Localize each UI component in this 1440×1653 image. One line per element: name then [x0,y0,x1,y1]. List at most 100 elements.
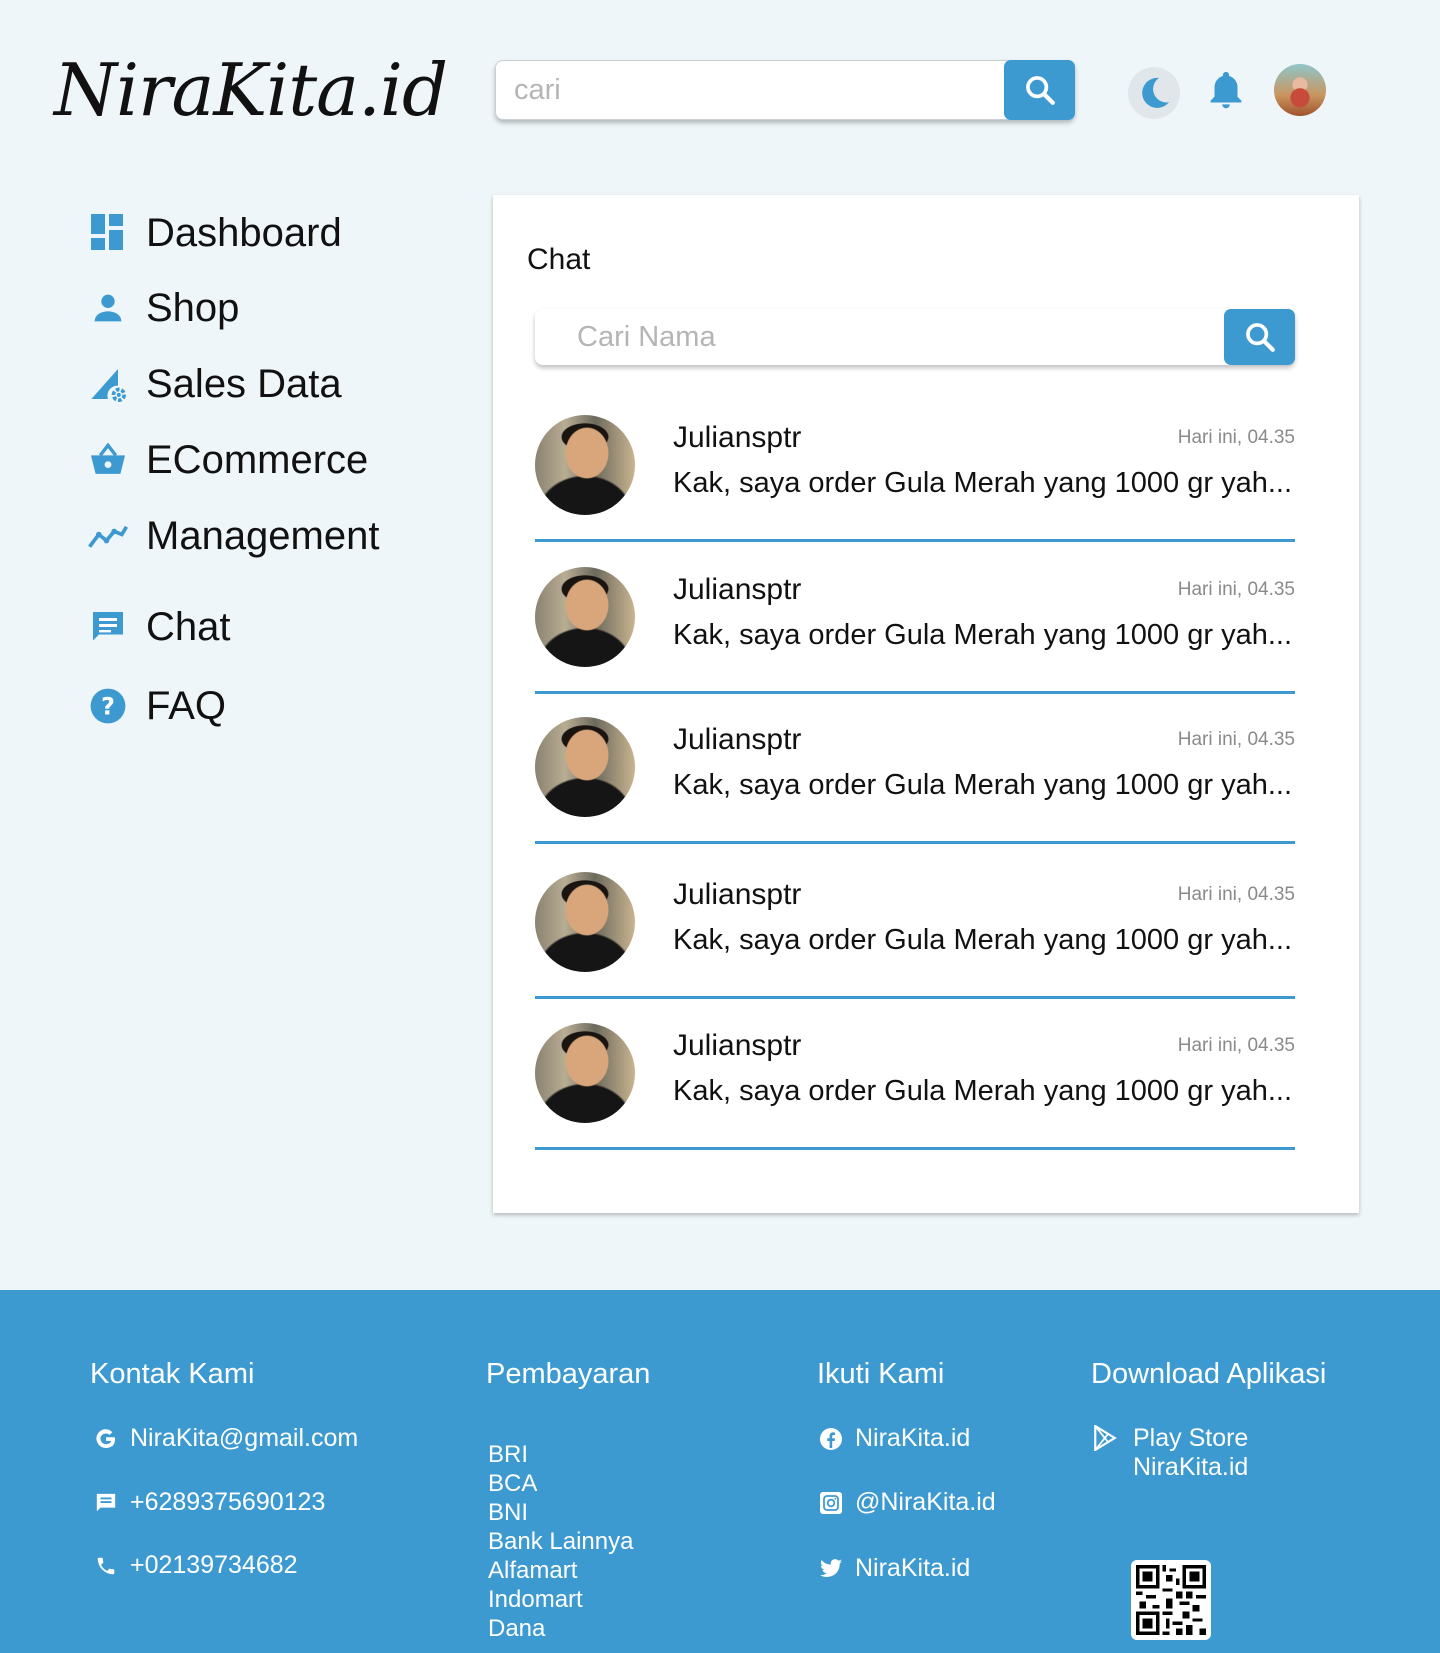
app-name-label: NiraKita.id [1133,1453,1249,1481]
footer-whatsapp[interactable]: +6289375690123 [92,1488,325,1517]
theme-toggle-button[interactable] [1128,67,1180,119]
avatar [535,415,635,515]
sidebar-item-ecommerce[interactable]: ECommerce [86,432,446,488]
top-search-bar [495,60,1075,120]
help-icon: ? [86,684,130,728]
chat-timestamp: Hari ini, 04.35 [1177,427,1295,448]
footer: Kontak Kami NiraKita@gmail.com +62893756… [0,1290,1440,1653]
footer-email-text: NiraKita@gmail.com [130,1424,359,1452]
footer-download-title: Download Aplikasi [1091,1358,1327,1390]
footer-facebook[interactable]: NiraKita.id [817,1424,970,1453]
sidebar-item-label: ECommerce [146,437,369,482]
chat-list-item[interactable]: Juliansptr Hari ini, 04.35 Kak, saya ord… [535,1023,1295,1158]
google-icon [92,1425,120,1453]
panel-title: Chat [527,243,591,276]
chat-search-input[interactable] [577,309,1177,365]
chat-message-preview: Kak, saya order Gula Merah yang 1000 gr … [673,769,1293,801]
chat-contact-name: Juliansptr [673,573,802,606]
footer-contact: Kontak Kami NiraKita@gmail.com +62893756… [90,1358,450,1579]
chat-contact-name: Juliansptr [673,421,802,454]
chat-search-bar [535,309,1295,365]
chat-icon [86,605,130,649]
sidebar-item-label: Sales Data [146,361,342,406]
footer-social-title: Ikuti Kami [817,1358,945,1390]
message-icon [92,1489,120,1517]
payment-item-alfamart[interactable]: Alfamart [488,1556,633,1585]
top-search-button[interactable] [1004,60,1075,120]
sidebar-item-label: Chat [146,604,231,649]
play-store-link[interactable]: Play Store NiraKita.id [1091,1424,1248,1482]
play-store-icon [1091,1424,1119,1452]
footer-contact-title: Kontak Kami [90,1358,255,1390]
sidebar-item-dashboard[interactable]: Dashboard [86,205,446,261]
footer-instagram[interactable]: @NiraKita.id [817,1488,996,1517]
chat-message-preview: Kak, saya order Gula Merah yang 1000 gr … [673,924,1293,956]
payment-list: BRI BCA BNI Bank Lainnya Alfamart Indoma… [488,1440,633,1643]
play-store-label: Play Store [1133,1424,1249,1452]
trend-icon [86,514,130,558]
footer-phone[interactable]: +02139734682 [92,1551,298,1580]
bell-icon [1210,71,1242,109]
divider [535,996,1295,999]
sidebar-item-label: FAQ [146,683,227,728]
qr-code [1131,1560,1211,1640]
chat-timestamp: Hari ini, 04.35 [1177,1035,1295,1056]
chat-list-item[interactable]: Juliansptr Hari ini, 04.35 Kak, saya ord… [535,872,1295,1007]
sidebar-item-label: Dashboard [146,210,342,255]
footer-facebook-text: NiraKita.id [855,1424,971,1452]
avatar [535,567,635,667]
user-avatar[interactable] [1274,64,1326,116]
chat-list-item[interactable]: Juliansptr Hari ini, 04.35 Kak, saya ord… [535,717,1295,852]
footer-social: Ikuti Kami NiraKita.id @NiraKita.id Nira… [817,1358,1057,1582]
sidebar-item-label: Shop [146,285,240,330]
divider [535,539,1295,542]
sidebar-item-label: Management [146,513,380,558]
top-search-input[interactable] [514,61,994,119]
search-icon [1025,76,1055,105]
sidebar-item-faq[interactable]: ? FAQ [86,678,446,734]
sidebar-item-chat[interactable]: Chat [86,599,446,655]
twitter-icon [817,1555,845,1583]
chat-contact-name: Juliansptr [673,723,802,756]
footer-email[interactable]: NiraKita@gmail.com [92,1424,358,1453]
sales-data-icon [86,362,130,406]
sidebar-item-management[interactable]: Management [86,508,446,564]
chat-panel: Chat Juliansptr Hari ini, 04.35 Kak, say… [493,195,1359,1213]
footer-twitter-text: NiraKita.id [855,1554,971,1582]
dashboard-icon [86,211,130,255]
divider [535,841,1295,844]
chat-message-preview: Kak, saya order Gula Merah yang 1000 gr … [673,467,1293,499]
payment-item-bri[interactable]: BRI [488,1440,633,1469]
notification-button[interactable] [1203,68,1249,114]
payment-item-indomart[interactable]: Indomart [488,1585,633,1614]
basket-icon [86,438,130,482]
chat-contact-name: Juliansptr [673,1029,802,1062]
payment-item-bni[interactable]: BNI [488,1498,633,1527]
footer-whatsapp-text: +6289375690123 [130,1488,326,1516]
divider [535,691,1295,694]
chat-timestamp: Hari ini, 04.35 [1177,884,1295,905]
avatar [535,1023,635,1123]
sidebar-item-shop[interactable]: Shop [86,280,446,336]
nirakita-logo[interactable]: NiraKita.id [54,48,448,132]
chat-contact-name: Juliansptr [673,878,802,911]
chat-list-item[interactable]: Juliansptr Hari ini, 04.35 Kak, saya ord… [535,415,1295,550]
chat-search-button[interactable] [1224,309,1295,365]
footer-download: Download Aplikasi Play Store NiraKita.id [1091,1358,1391,1640]
person-icon [86,286,130,330]
avatar [535,872,635,972]
sidebar-item-sales-data[interactable]: Sales Data [86,356,446,412]
footer-payment-title: Pembayaran [486,1358,651,1390]
chat-message-preview: Kak, saya order Gula Merah yang 1000 gr … [673,619,1293,651]
chat-message-preview: Kak, saya order Gula Merah yang 1000 gr … [673,1075,1293,1107]
payment-item-bank-lainnya[interactable]: Bank Lainnya [488,1527,633,1556]
payment-item-dana[interactable]: Dana [488,1614,633,1643]
moon-icon [1142,77,1169,108]
payment-item-bca[interactable]: BCA [488,1469,633,1498]
divider [535,1147,1295,1150]
phone-icon [92,1552,120,1580]
footer-instagram-text: @NiraKita.id [855,1488,996,1516]
footer-twitter[interactable]: NiraKita.id [817,1554,970,1583]
avatar [535,717,635,817]
chat-list-item[interactable]: Juliansptr Hari ini, 04.35 Kak, saya ord… [535,567,1295,702]
